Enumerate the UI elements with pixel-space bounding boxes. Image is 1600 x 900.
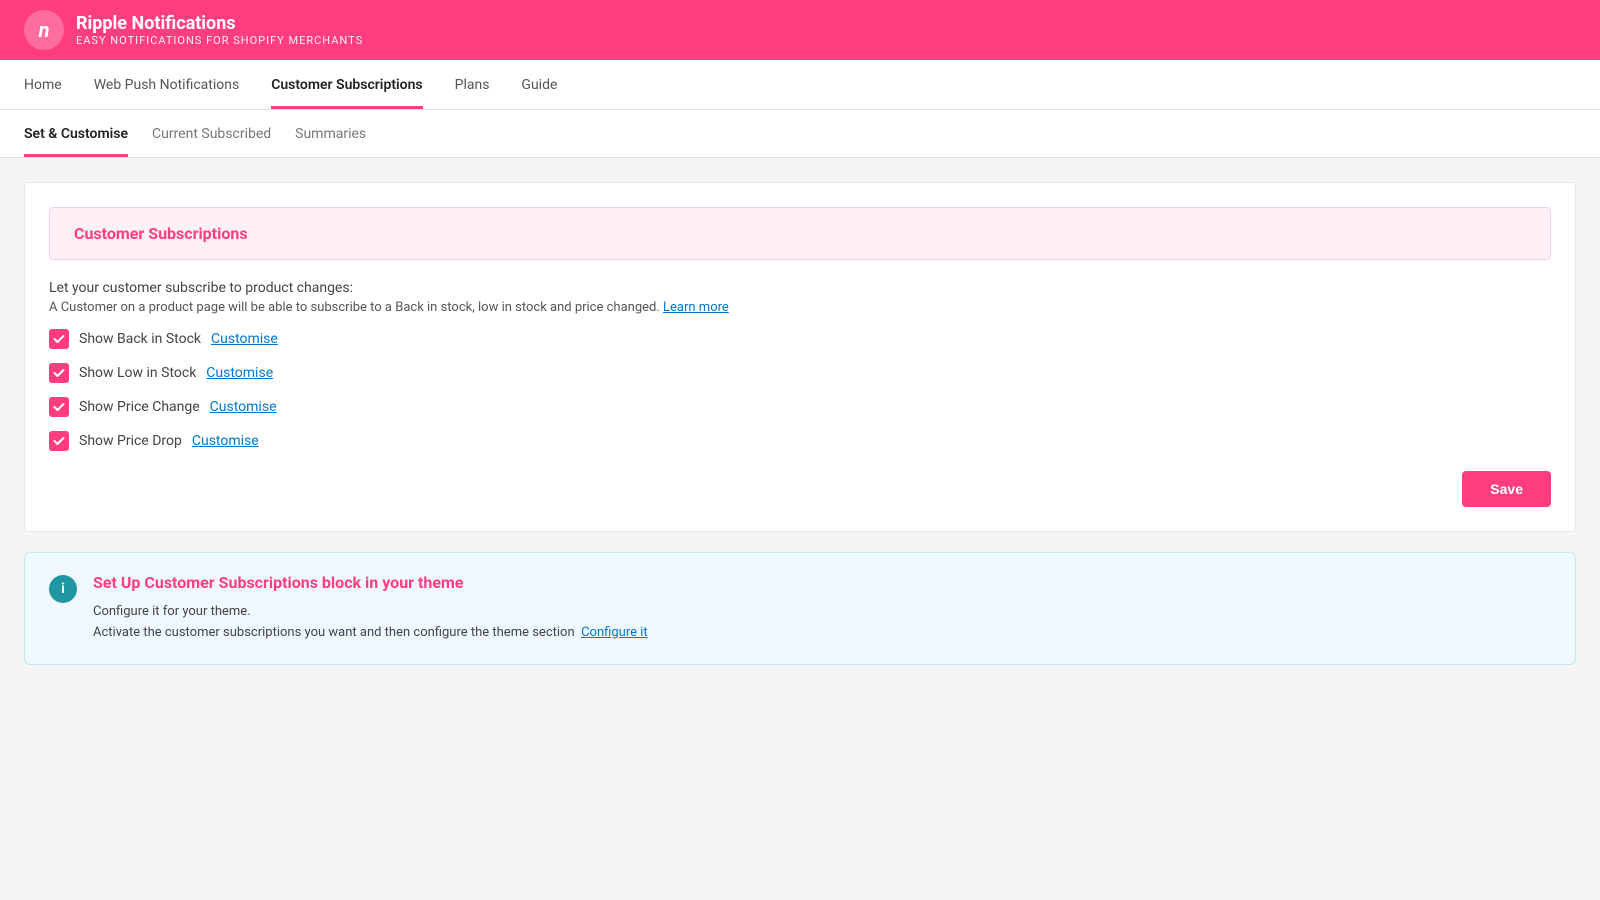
customise-link-price-change[interactable]: Customise bbox=[210, 399, 277, 415]
info-card-title: Set Up Customer Subscriptions block in y… bbox=[93, 573, 648, 592]
nav-item-plans[interactable]: Plans bbox=[455, 60, 490, 109]
app-subtitle: EASY NOTIFICATIONS FOR SHOPIFY MERCHANTS bbox=[76, 34, 363, 47]
sub-tabs: Set & Customise Current Subscribed Summa… bbox=[0, 110, 1600, 158]
nav-item-web-push[interactable]: Web Push Notifications bbox=[94, 60, 240, 109]
app-header: n Ripple Notifications EASY NOTIFICATION… bbox=[0, 0, 1600, 60]
checkbox-label-price-change: Show Price Change bbox=[79, 399, 200, 415]
app-logo: n bbox=[24, 10, 64, 50]
configure-it-link[interactable]: Configure it bbox=[581, 625, 648, 640]
description-line2: A Customer on a product page will be abl… bbox=[49, 300, 1551, 315]
app-header-text: Ripple Notifications EASY NOTIFICATIONS … bbox=[76, 13, 363, 47]
customise-link-back-in-stock[interactable]: Customise bbox=[211, 331, 278, 347]
checkbox-label-price-drop: Show Price Drop bbox=[79, 433, 182, 449]
sub-tab-set-customise[interactable]: Set & Customise bbox=[24, 110, 128, 157]
checkbox-label-back-in-stock: Show Back in Stock bbox=[79, 331, 201, 347]
customer-subscriptions-card: Customer Subscriptions Let your customer… bbox=[24, 182, 1576, 532]
checkbox-row-price-change: Show Price Change Customise bbox=[49, 397, 1551, 417]
card-title: Customer Subscriptions bbox=[74, 224, 248, 243]
checkbox-price-drop[interactable] bbox=[49, 431, 69, 451]
info-icon: i bbox=[49, 575, 77, 603]
checkbox-row-back-in-stock: Show Back in Stock Customise bbox=[49, 329, 1551, 349]
learn-more-link[interactable]: Learn more bbox=[663, 300, 729, 315]
save-button[interactable]: Save bbox=[1462, 471, 1551, 507]
checkbox-label-low-in-stock: Show Low in Stock bbox=[79, 365, 196, 381]
sub-tab-current-subscribed[interactable]: Current Subscribed bbox=[152, 110, 271, 157]
checkbox-back-in-stock[interactable] bbox=[49, 329, 69, 349]
nav-item-guide[interactable]: Guide bbox=[521, 60, 557, 109]
customise-link-low-in-stock[interactable]: Customise bbox=[206, 365, 273, 381]
card-pink-header: Customer Subscriptions bbox=[49, 207, 1551, 260]
description-line1: Let your customer subscribe to product c… bbox=[49, 280, 1551, 296]
checkbox-row-low-in-stock: Show Low in Stock Customise bbox=[49, 363, 1551, 383]
app-title: Ripple Notifications bbox=[76, 13, 363, 34]
main-nav: Home Web Push Notifications Customer Sub… bbox=[0, 60, 1600, 110]
nav-item-home[interactable]: Home bbox=[24, 60, 62, 109]
page-content: Customer Subscriptions Let your customer… bbox=[0, 158, 1600, 689]
info-card-body: Set Up Customer Subscriptions block in y… bbox=[93, 573, 648, 644]
sub-tab-summaries[interactable]: Summaries bbox=[295, 110, 366, 157]
checkbox-row-price-drop: Show Price Drop Customise bbox=[49, 431, 1551, 451]
info-card-text: Configure it for your theme. Activate th… bbox=[93, 602, 648, 644]
customise-link-price-drop[interactable]: Customise bbox=[192, 433, 259, 449]
checkbox-price-change[interactable] bbox=[49, 397, 69, 417]
checkbox-low-in-stock[interactable] bbox=[49, 363, 69, 383]
info-card: i Set Up Customer Subscriptions block in… bbox=[24, 552, 1576, 665]
nav-item-customer-subscriptions[interactable]: Customer Subscriptions bbox=[271, 60, 422, 109]
save-button-row: Save bbox=[49, 471, 1551, 507]
